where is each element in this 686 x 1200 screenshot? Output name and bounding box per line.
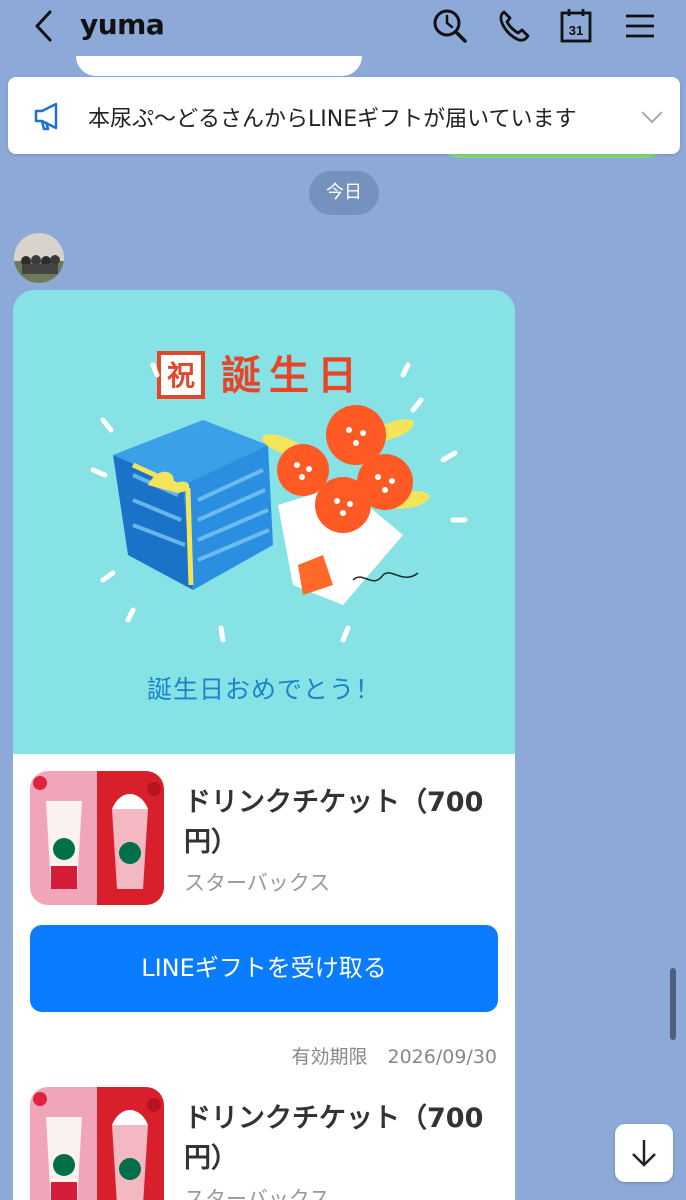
product-thumbnail xyxy=(30,771,164,905)
call-button[interactable] xyxy=(494,6,534,46)
shop-name: スターバックス xyxy=(184,871,331,895)
gift-greeting: 誕生日おめでとう！ xyxy=(146,675,381,704)
birthday-gift-illustration: 祝 誕生日 xyxy=(90,351,468,643)
svg-text:祝: 祝 xyxy=(167,359,195,392)
expiry-date: 2026/09/30 xyxy=(387,1046,497,1068)
announcement-text: 本尿ぷ〜どるさんからLINEギフトが届いています xyxy=(88,107,577,132)
receive-gift-button[interactable]: LINEギフトを受け取る xyxy=(30,925,498,1012)
gift-message-card[interactable]: 祝 誕生日 誕生日おめでとう！ ドリンクチケット（700円） スターバックス L… xyxy=(13,290,515,1200)
megaphone-icon xyxy=(34,102,58,131)
arrow-down-icon xyxy=(632,1140,656,1167)
calendar-icon: 31 xyxy=(560,9,592,43)
phone-icon xyxy=(499,10,530,42)
back-chevron-icon xyxy=(35,10,52,42)
previous-message-bubble xyxy=(76,56,362,76)
chat-header: yuma 31 xyxy=(0,0,686,58)
avatar[interactable] xyxy=(14,233,64,283)
menu-icon xyxy=(626,14,654,38)
menu-button[interactable] xyxy=(620,6,660,46)
product-name: ドリンクチケット（700円） xyxy=(184,787,484,858)
gift-item[interactable]: ドリンクチケット（700円） スターバックス xyxy=(30,1087,500,1200)
search-button[interactable] xyxy=(430,6,470,46)
gift-hero: 祝 誕生日 誕生日おめでとう！ xyxy=(13,290,515,754)
product-thumbnail xyxy=(30,1087,164,1200)
gift-item[interactable]: ドリンクチケット（700円） スターバックス xyxy=(30,771,500,907)
scrollbar-thumb[interactable] xyxy=(670,968,676,1040)
svg-text:誕生日: 誕生日 xyxy=(221,353,365,399)
chevron-down-icon[interactable] xyxy=(638,103,666,131)
shop-name: スターバックス xyxy=(184,1187,331,1200)
calendar-button[interactable]: 31 xyxy=(556,6,596,46)
expiry-label: 有効期限 xyxy=(291,1046,368,1068)
product-name: ドリンクチケット（700円） xyxy=(184,1103,484,1174)
back-button[interactable] xyxy=(28,8,64,44)
scroll-to-bottom-button[interactable] xyxy=(615,1124,673,1182)
chat-title: yuma xyxy=(80,8,165,41)
svg-text:31: 31 xyxy=(569,23,583,38)
expiry-info: 有効期限 2026/09/30 xyxy=(291,1042,497,1069)
search-icon xyxy=(433,9,467,43)
announcement-banner[interactable]: 本尿ぷ〜どるさんからLINEギフトが届いています xyxy=(8,77,680,154)
date-divider: 今日 xyxy=(309,171,379,215)
